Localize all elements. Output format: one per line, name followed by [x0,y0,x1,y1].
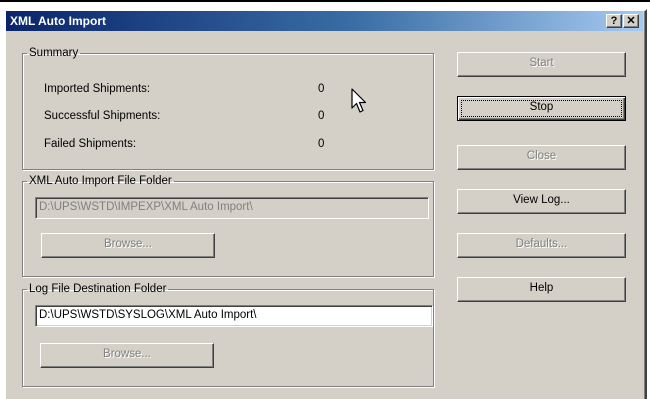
imported-shipments-value: 0 [318,83,325,95]
log-browse-button: Browse... [40,343,214,368]
stop-focus-ring [461,100,622,117]
top-border-line [0,0,650,2]
help-button[interactable]: Help [457,277,626,302]
title-bar[interactable]: XML Auto Import ? ✕ [6,11,643,31]
successful-shipments-label: Successful Shipments: [44,110,161,122]
import-folder-group: XML Auto Import File Folder [22,175,434,277]
failed-shipments-label: Failed Shipments: [44,138,137,150]
close-button: Close [457,145,626,170]
imported-shipments-label: Imported Shipments: [44,83,151,95]
summary-group: Summary [22,47,434,170]
successful-shipments-value: 0 [318,110,325,122]
dialog-window: XML Auto Import ? ✕ Summary Imported Shi… [4,9,647,399]
log-folder-legend: Log File Destination Folder [29,283,167,295]
log-folder-group: Log File Destination Folder [22,283,434,387]
view-log-button[interactable]: View Log... [457,189,626,214]
import-folder-legend: XML Auto Import File Folder [29,175,172,187]
close-title-button[interactable]: ✕ [623,14,639,28]
stop-button[interactable]: Stop [457,96,626,121]
close-icon: ✕ [626,15,636,27]
failed-shipments-value: 0 [318,138,325,150]
import-folder-path-field: D:\UPS\WSTD\IMPEXP\XML Auto Import\ [35,197,429,219]
question-icon: ? [610,15,618,27]
import-browse-button: Browse... [41,233,215,258]
summary-legend: Summary [29,47,79,59]
help-title-button[interactable]: ? [606,14,622,28]
start-button: Start [457,52,626,77]
window-title: XML Auto Import [10,14,106,28]
log-folder-path-field[interactable]: D:\UPS\WSTD\SYSLOG\XML Auto Import\ [35,305,433,327]
defaults-button: Defaults... [457,233,626,258]
arrow-cursor-icon [351,88,367,113]
